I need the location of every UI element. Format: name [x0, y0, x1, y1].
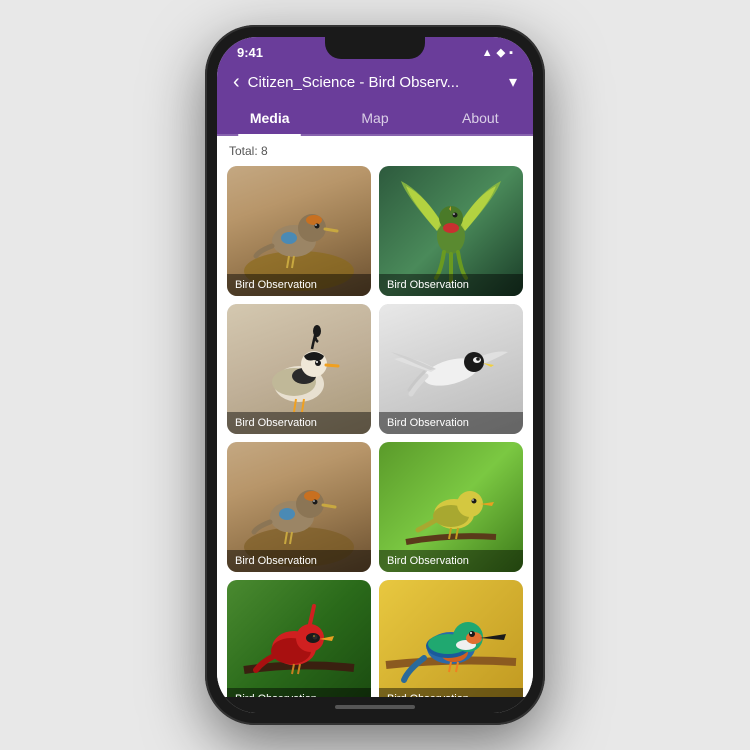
card-label-4: Bird Observation — [379, 412, 523, 434]
observation-card-1[interactable]: Bird Observation — [227, 166, 371, 296]
phone-screen: 9:41 ▲ ◆ ▪ ‹ Citizen_Science - Bird Obse… — [217, 37, 533, 713]
tab-map-label: Map — [361, 110, 388, 126]
dropdown-icon[interactable]: ▾ — [509, 72, 517, 92]
phone-frame: 9:41 ▲ ◆ ▪ ‹ Citizen_Science - Bird Obse… — [205, 25, 545, 725]
status-icons: ▲ ◆ ▪ — [473, 46, 513, 59]
status-time: 9:41 — [237, 45, 277, 60]
wifi-icon: ◆ — [497, 46, 505, 59]
card-label-2: Bird Observation — [379, 274, 523, 296]
battery-icon: ▪ — [509, 47, 513, 59]
observations-grid: Bird Observation — [227, 166, 523, 697]
observation-card-4[interactable]: Bird Observation — [379, 304, 523, 434]
home-indicator-area — [217, 697, 533, 713]
observation-card-2[interactable]: Bird Observation — [379, 166, 523, 296]
card-label-5: Bird Observation — [227, 550, 371, 572]
observation-card-5[interactable]: Bird Observation — [227, 442, 371, 572]
content-area: Total: 8 — [217, 136, 533, 697]
card-label-7: Bird Observation — [227, 688, 371, 697]
tab-about[interactable]: About — [428, 100, 533, 134]
observation-card-6[interactable]: Bird Observation — [379, 442, 523, 572]
page-title: Citizen_Science - Bird Observ... — [248, 74, 501, 91]
tab-bar: Media Map About — [217, 100, 533, 136]
back-button[interactable]: ‹ — [233, 72, 240, 92]
card-label-1: Bird Observation — [227, 274, 371, 296]
card-label-8: Bird Observation — [379, 688, 523, 697]
observation-card-3[interactable]: Bird Observation — [227, 304, 371, 434]
top-bar: ‹ Citizen_Science - Bird Observ... ▾ — [217, 64, 533, 100]
signal-icon: ▲ — [482, 47, 493, 59]
tab-media-label: Media — [250, 110, 290, 126]
tab-about-label: About — [462, 110, 499, 126]
notch — [325, 37, 425, 59]
observation-card-8[interactable]: Bird Observation — [379, 580, 523, 697]
total-count: Total: 8 — [227, 144, 523, 158]
card-label-3: Bird Observation — [227, 412, 371, 434]
home-bar — [335, 705, 415, 709]
tab-map[interactable]: Map — [322, 100, 427, 134]
card-label-6: Bird Observation — [379, 550, 523, 572]
tab-media[interactable]: Media — [217, 100, 322, 134]
observation-card-7[interactable]: Bird Observation — [227, 580, 371, 697]
